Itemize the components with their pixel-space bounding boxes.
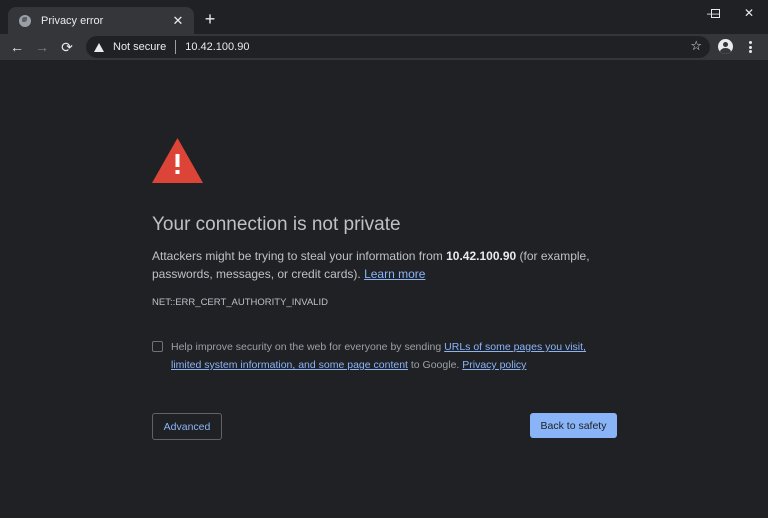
tab-close-icon[interactable]: ✕ (170, 13, 186, 29)
globe-icon (19, 15, 31, 27)
back-to-safety-button[interactable]: Back to safety (530, 413, 617, 438)
error-code: NET::ERR_CERT_AUTHORITY_INVALID (152, 297, 328, 308)
warning-triangle-icon[interactable] (94, 42, 104, 52)
tab-title: Privacy error (41, 15, 104, 27)
close-window-button[interactable]: ✕ (734, 4, 764, 22)
address-bar[interactable]: Not secure 10.42.100.90 ☆ (86, 36, 710, 58)
security-status[interactable]: Not secure (113, 41, 166, 53)
back-button[interactable]: ← (7, 37, 27, 57)
error-message: Attackers might be trying to steal your … (152, 247, 602, 283)
page-heading: Your connection is not private (152, 214, 401, 235)
menu-kebab-icon[interactable] (745, 39, 755, 55)
message-text: Attackers might be trying to steal your … (152, 249, 447, 263)
optin-text: Help improve security on the web for eve… (171, 341, 445, 353)
privacy-policy-link[interactable]: Privacy policy (462, 359, 526, 371)
maximize-button[interactable] (700, 4, 730, 22)
divider (175, 40, 177, 54)
reload-button[interactable]: ⟳ (57, 37, 77, 57)
host-name: 10.42.100.90 (446, 249, 517, 263)
new-tab-button[interactable]: + (200, 10, 220, 28)
safe-browsing-optin: Help improve security on the web for eve… (152, 338, 612, 374)
advanced-button[interactable]: Advanced (152, 413, 222, 440)
tab-privacy-error[interactable]: Privacy error ✕ (8, 7, 194, 35)
learn-more-link[interactable]: Learn more (364, 267, 425, 281)
interstitial-page: Your connection is not private Attackers… (0, 60, 768, 518)
profile-avatar-icon[interactable] (718, 39, 733, 54)
title-bar: Privacy error ✕ + — ✕ (0, 0, 768, 35)
url-text[interactable]: 10.42.100.90 (185, 41, 249, 53)
optin-checkbox[interactable] (152, 341, 163, 352)
warning-icon (152, 138, 203, 183)
toolbar: ← → ⟳ Not secure 10.42.100.90 ☆ (0, 34, 768, 60)
forward-button[interactable]: → (32, 37, 52, 57)
bookmark-star-icon[interactable]: ☆ (690, 38, 702, 54)
optin-text: to Google. (407, 359, 463, 371)
